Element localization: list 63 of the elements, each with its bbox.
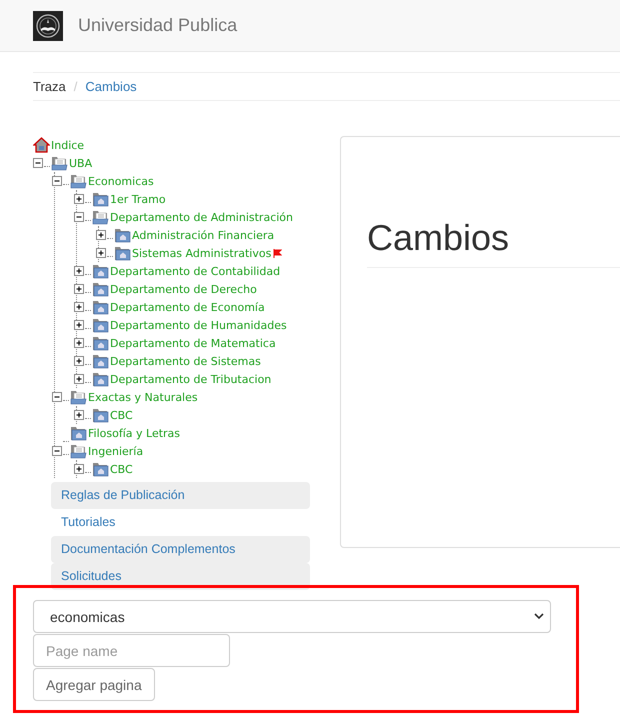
tree-item[interactable]: Administración Financiera [131,228,274,242]
folder-icon [92,353,109,369]
folder-icon [114,245,131,261]
folder-icon [92,281,109,297]
tree-item[interactable]: 1er Tramo [109,192,166,206]
expand-toggle[interactable] [74,356,85,366]
expand-toggle[interactable] [96,248,107,258]
folder-icon [92,317,109,333]
expand-toggle[interactable] [74,284,85,294]
collapse-toggle[interactable] [52,176,63,186]
expand-toggle[interactable] [74,194,85,204]
page-name-field[interactable]: Page name [33,634,230,667]
tree-item[interactable]: Departamento de Derecho [109,282,257,296]
collapse-toggle[interactable] [33,158,44,168]
tree-item[interactable]: Sistemas Administrativos [131,246,272,260]
folder-icon [92,191,109,207]
folder-icon [92,461,109,477]
tree-item[interactable]: CBC [109,408,133,422]
university-logo[interactable] [33,10,63,40]
breadcrumb-link[interactable]: Cambios [85,79,137,94]
tree-item[interactable]: Ingeniería [87,444,144,458]
tree-item[interactable]: Filosofía y Letras [87,426,180,440]
site-title[interactable]: Universidad Publica [78,15,238,36]
folder-icon [114,227,131,243]
expand-toggle[interactable] [74,410,85,420]
expand-toggle[interactable] [74,338,85,348]
home-icon [33,137,50,153]
folder-icon [70,425,87,441]
tree-item[interactable]: Departamento de Matematica [109,336,276,350]
tree-item[interactable]: UBA [68,156,92,170]
collapse-toggle[interactable] [52,392,63,402]
breadcrumb-item: Traza [33,79,66,94]
expand-toggle[interactable] [74,464,85,474]
category-select[interactable]: economicas [33,600,551,633]
page-heading: Cambios [367,217,620,268]
tree-item[interactable]: CBC [109,462,133,476]
tree-item[interactable]: Departamento de Tributacion [109,372,272,386]
collapse-toggle[interactable] [74,212,85,222]
expand-toggle[interactable] [74,266,85,276]
folder-icon [92,407,109,423]
breadcrumb-separator: / [72,79,78,94]
expand-toggle[interactable] [96,230,107,240]
tree-item[interactable]: Economicas [87,174,154,188]
folder-icon [92,263,109,279]
expand-toggle[interactable] [74,374,85,384]
menu-link[interactable]: Tutoriales [51,509,310,536]
tree-item[interactable]: Departamento de Economía [109,300,265,314]
tree-item[interactable]: Departamento de Contabilidad [109,264,280,278]
folder-icon [92,335,109,351]
folder-icon [92,371,109,387]
collapse-toggle[interactable] [52,446,63,456]
menu-link[interactable]: Documentación Complementos [51,536,310,563]
tree-item[interactable]: Exactas y Naturales [87,390,198,404]
folder-icon [92,299,109,315]
menu-link[interactable]: Reglas de Publicación [51,482,310,509]
tree-item[interactable]: Departamento de Humanidades [109,318,287,332]
tree-item[interactable]: Indice [50,138,84,152]
chevron-icon [534,613,544,620]
tree-item[interactable]: Departamento de Sistemas [109,354,261,368]
add-page-button[interactable]: Agregar pagina [33,668,155,701]
expand-toggle[interactable] [74,320,85,330]
expand-toggle[interactable] [74,302,85,312]
tree-item[interactable]: Departamento de Administración [109,210,294,224]
